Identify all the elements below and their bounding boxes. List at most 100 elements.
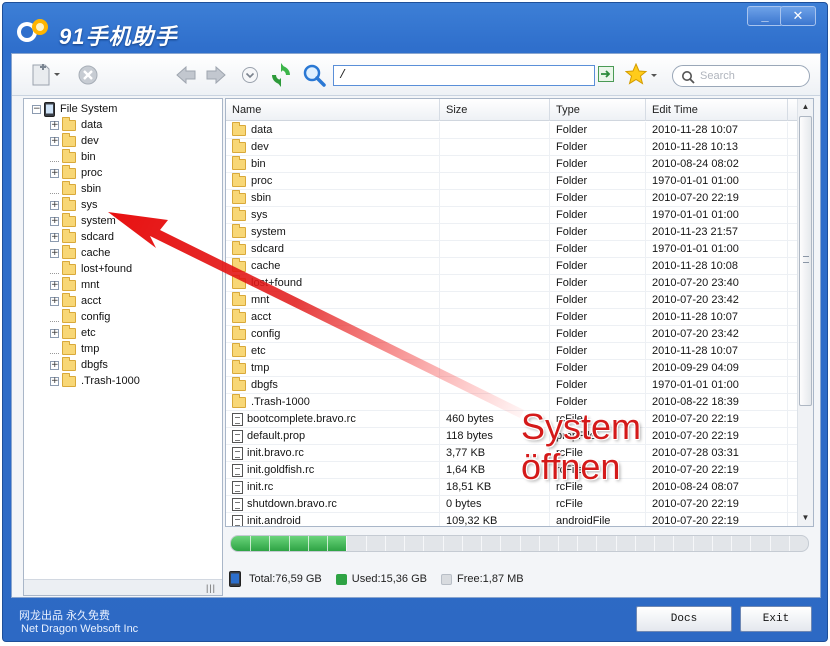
- table-row[interactable]: sbin Folder 2010-07-20 22:19: [226, 190, 799, 207]
- go-button[interactable]: [598, 66, 614, 82]
- file-icon: [232, 498, 243, 511]
- folder-icon: [62, 260, 76, 275]
- table-row[interactable]: bin Folder 2010-08-24 08:02: [226, 156, 799, 173]
- progress-segment-divider: [519, 536, 521, 551]
- file-icon: [232, 515, 243, 526]
- expand-icon[interactable]: +: [50, 248, 59, 258]
- app-title: 91手机助手: [59, 24, 178, 49]
- tree-connector: [50, 313, 59, 322]
- favorites-button[interactable]: [624, 63, 660, 87]
- table-row[interactable]: config Folder 2010-07-20 23:42: [226, 326, 799, 343]
- scroll-thumb[interactable]: [799, 116, 812, 406]
- folder-icon: [232, 241, 246, 255]
- column-header-name[interactable]: Name: [226, 99, 440, 121]
- expand-icon[interactable]: +: [50, 296, 59, 306]
- tree-item[interactable]: + data: [50, 116, 102, 133]
- tree-item[interactable]: + etc: [50, 324, 96, 341]
- folder-icon: [62, 276, 76, 291]
- table-row[interactable]: init.android 109,32 KB androidFile 2010-07-…: [226, 513, 799, 526]
- table-row[interactable]: shutdown.bravo.rc 0 bytes rcFile 2010-07-20…: [226, 496, 799, 513]
- progress-segment-divider: [423, 536, 425, 551]
- expand-icon[interactable]: +: [50, 136, 59, 146]
- delete-button[interactable]: [76, 63, 100, 87]
- table-row[interactable]: lost+found Folder 2010-07-20 23:40: [226, 275, 799, 292]
- tree-item[interactable]: + cache: [50, 244, 110, 261]
- title-bar[interactable]: 91手机助手 _ ✕: [3, 3, 827, 53]
- table-row[interactable]: tmp Folder 2010-09-29 04:09: [226, 360, 799, 377]
- new-file-button[interactable]: [28, 63, 62, 87]
- expand-icon[interactable]: +: [50, 168, 59, 178]
- table-row[interactable]: dbgfs Folder 1970-01-01 01:00: [226, 377, 799, 394]
- exit-button[interactable]: Exit: [740, 606, 812, 632]
- table-row[interactable]: init.rc 18,51 KB rcFile 2010-08-24 08:07: [226, 479, 799, 496]
- tree-root[interactable]: − File System: [32, 101, 117, 117]
- table-row[interactable]: etc Folder 2010-11-28 10:07: [226, 343, 799, 360]
- storage-usage-bar: [230, 535, 809, 552]
- table-row[interactable]: data Folder 2010-11-28 10:07: [226, 122, 799, 139]
- tree-item[interactable]: + proc: [50, 164, 102, 181]
- file-name: .Trash-1000: [251, 396, 310, 408]
- history-dropdown-button[interactable]: [238, 63, 262, 87]
- column-header-size[interactable]: Size: [440, 99, 550, 121]
- tree-item-label: dev: [81, 135, 99, 147]
- table-row[interactable]: init.bravo.rc 3,77 KB rcFile 2010-07-28 03:…: [226, 445, 799, 462]
- close-button[interactable]: ✕: [780, 6, 816, 26]
- tree-item[interactable]: + .Trash-1000: [50, 372, 140, 389]
- tree-item[interactable]: + mnt: [50, 276, 99, 293]
- tree-item[interactable]: bin: [50, 148, 96, 165]
- search-input[interactable]: Search: [672, 65, 810, 87]
- tree-item[interactable]: + dbgfs: [50, 356, 108, 373]
- progress-segment-divider: [442, 536, 444, 551]
- expand-icon[interactable]: +: [50, 232, 59, 242]
- file-list-vertical-scrollbar[interactable]: ▲ ▼: [797, 99, 813, 526]
- back-button[interactable]: [174, 63, 198, 87]
- file-name: proc: [251, 175, 273, 187]
- refresh-button[interactable]: [269, 63, 293, 87]
- table-row[interactable]: default.prop 118 bytes propFile 2010-07-20 …: [226, 428, 799, 445]
- tree-item[interactable]: + sdcard: [50, 228, 114, 245]
- table-row[interactable]: dev Folder 2010-11-28 10:13: [226, 139, 799, 156]
- table-row[interactable]: proc Folder 1970-01-01 01:00: [226, 173, 799, 190]
- table-row[interactable]: cache Folder 2010-11-28 10:08: [226, 258, 799, 275]
- tree-item[interactable]: sbin: [50, 180, 101, 197]
- expand-icon[interactable]: +: [50, 200, 59, 210]
- expand-icon[interactable]: +: [50, 280, 59, 290]
- expand-icon[interactable]: +: [50, 328, 59, 338]
- column-header-edit-time[interactable]: Edit Time: [646, 99, 788, 121]
- folder-icon: [232, 156, 246, 170]
- expand-icon[interactable]: +: [50, 216, 59, 226]
- table-row[interactable]: sys Folder 1970-01-01 01:00: [226, 207, 799, 224]
- table-row[interactable]: bootcomplete.bravo.rc 460 bytes rcFile 2010…: [226, 411, 799, 428]
- tree-item[interactable]: + dev: [50, 132, 99, 149]
- scroll-up-icon[interactable]: ▲: [798, 99, 813, 115]
- path-input[interactable]: /: [333, 65, 595, 86]
- table-row[interactable]: init.goldfish.rc 1,64 KB rcFile 2010-07-20 …: [226, 462, 799, 479]
- search-go-button[interactable]: [302, 63, 326, 87]
- free-legend-swatch: [441, 573, 452, 585]
- column-header-type[interactable]: Type: [550, 99, 646, 121]
- expand-icon[interactable]: +: [50, 360, 59, 370]
- table-row[interactable]: system Folder 2010-11-23 21:57: [226, 224, 799, 241]
- table-row[interactable]: acct Folder 2010-11-28 10:07: [226, 309, 799, 326]
- tree-item[interactable]: + acct: [50, 292, 101, 309]
- expand-icon[interactable]: +: [50, 376, 59, 386]
- tree-item[interactable]: + system: [50, 212, 116, 229]
- tree-item[interactable]: + sys: [50, 196, 98, 213]
- tree-item[interactable]: lost+found: [50, 260, 132, 277]
- tree-horizontal-scrollbar[interactable]: |||: [24, 579, 222, 595]
- table-row[interactable]: mnt Folder 2010-07-20 23:42: [226, 292, 799, 309]
- collapse-icon[interactable]: −: [32, 104, 41, 114]
- progress-segment-divider: [557, 536, 559, 551]
- tree-item[interactable]: config: [50, 308, 110, 325]
- table-row[interactable]: .Trash-1000 Folder 2010-08-22 18:39: [226, 394, 799, 411]
- tree-item[interactable]: tmp: [50, 340, 99, 357]
- table-row[interactable]: sdcard Folder 1970-01-01 01:00: [226, 241, 799, 258]
- minimize-button[interactable]: _: [747, 6, 783, 26]
- folder-icon: [232, 258, 246, 272]
- docs-button[interactable]: Docs: [636, 606, 732, 632]
- expand-icon[interactable]: +: [50, 120, 59, 130]
- progress-segment-divider: [538, 536, 540, 551]
- forward-button[interactable]: [204, 63, 228, 87]
- scroll-down-icon[interactable]: ▼: [798, 510, 813, 526]
- tree-connector: [50, 185, 59, 194]
